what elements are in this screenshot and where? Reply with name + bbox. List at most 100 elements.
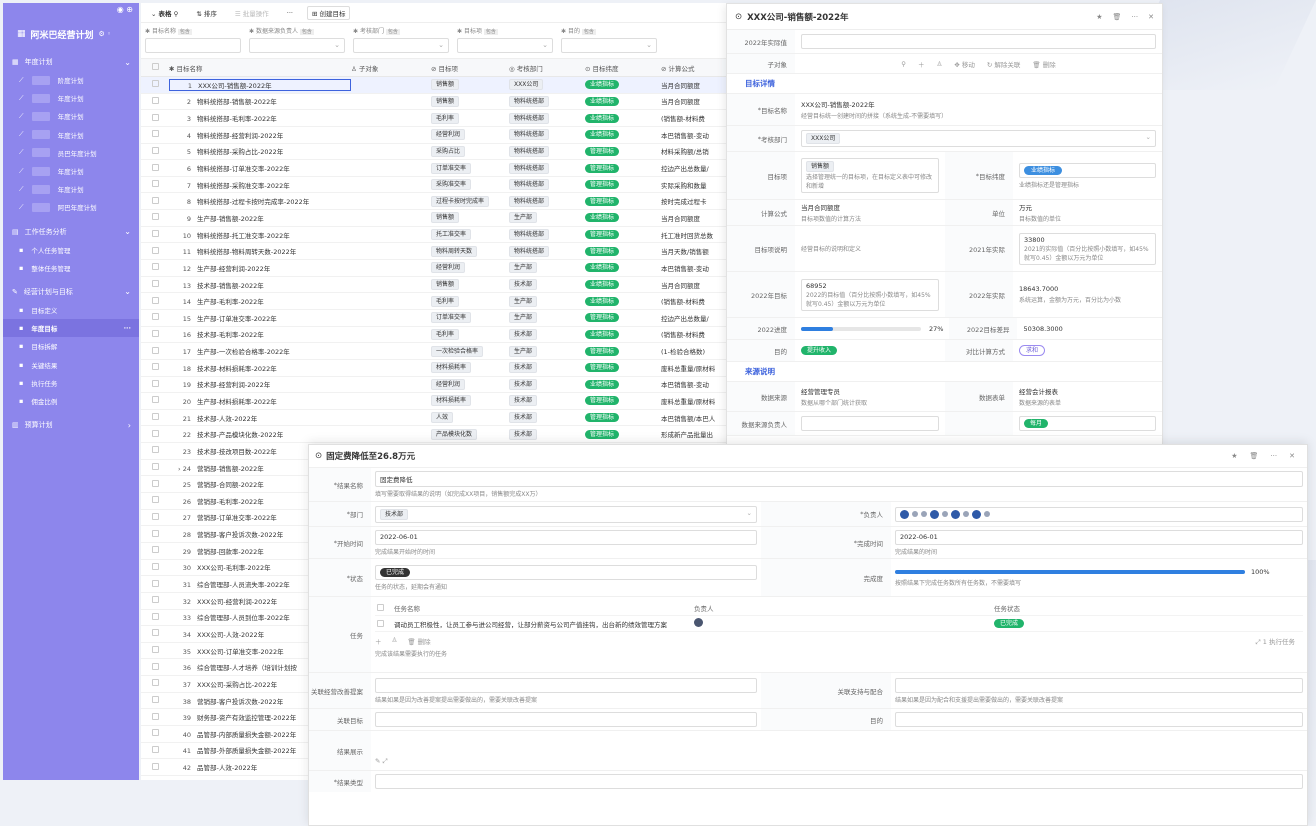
task-checkbox[interactable] — [377, 620, 384, 627]
batch-button[interactable]: ☰ 批量操作 — [231, 7, 273, 19]
row-checkbox[interactable] — [151, 146, 159, 154]
select-all-checkbox[interactable] — [151, 63, 159, 70]
row-checkbox[interactable] — [151, 280, 159, 287]
row-checkbox[interactable] — [151, 363, 159, 371]
table-row[interactable]: 17 生产部-一次检验合格率-2022年 一次检验合格率 生产部 管理指标 (1-… — [141, 343, 726, 360]
row-checkbox[interactable] — [151, 296, 159, 304]
sidebar-group[interactable]: ✎ 经营计划与目标 ⌄ — [3, 283, 139, 301]
row-checkbox[interactable] — [151, 196, 159, 204]
row-checkbox[interactable] — [151, 213, 159, 221]
close-icon[interactable]: ✕ — [1148, 13, 1154, 21]
table-row[interactable]: 6 物料统搭部-订单准交率-2022年 订单准交率 物料统搭部 管理指标 控边产出… — [141, 160, 726, 177]
table-row[interactable]: 2 物料统搭部-销售额-2022年 销售额 物料统搭部 业绩指标 当月合同额度 — [141, 94, 726, 111]
row-checkbox[interactable] — [151, 263, 159, 271]
table-row[interactable]: 15 生产部-订单准交率-2022年 订单准交率 生产部 管理指标 控边产出总数量… — [141, 310, 726, 327]
row-checkbox[interactable] — [151, 679, 159, 687]
col-header-dimension[interactable]: ⊙ 目标纬度 — [585, 63, 661, 73]
sidebar-item[interactable]: ▪ 关键结果 — [3, 355, 139, 373]
col-header-formula[interactable]: ⊘ 计算公式 — [661, 63, 726, 73]
a2021-input[interactable]: 33800 2021的实际值（百分比按照小数填写，如45%就写0.45）金额以万元… — [1019, 232, 1156, 265]
add-icon[interactable]: ⊕ — [126, 5, 133, 14]
table-row[interactable]: 12 生产部-经营利润-2022年 经营利润 生产部 业绩指标 本巴销售额-变动 — [141, 260, 726, 277]
filter-input[interactable]: ⌄ — [457, 38, 553, 53]
owner-select[interactable] — [801, 416, 939, 431]
user-icon[interactable]: ♙ — [937, 60, 943, 68]
actual-input[interactable] — [801, 34, 1156, 49]
filter-input[interactable]: ⌄ — [353, 38, 449, 53]
sidebar-item[interactable]: ⟋ 阿巴年度计划 — [3, 198, 139, 216]
row-checkbox[interactable] — [151, 80, 159, 88]
sidebar-item[interactable]: ⟋ 年度计划 — [3, 126, 139, 144]
sidebar-group[interactable]: ▥ 预算计划 › — [3, 416, 139, 434]
edit-icon[interactable]: ✎ ⤢ — [375, 757, 1303, 766]
row-checkbox[interactable] — [151, 579, 159, 587]
sidebar-item[interactable]: ▪ 执行任务 — [3, 374, 139, 392]
b-purpose-input[interactable] — [895, 712, 1303, 727]
task-select-all[interactable] — [377, 604, 384, 611]
filter-input[interactable]: ⌄ — [561, 38, 657, 53]
row-checkbox[interactable] — [151, 130, 159, 138]
star-icon[interactable]: ★ — [1096, 13, 1102, 21]
sidebar-item[interactable]: ⟋ 年度计划 — [3, 162, 139, 180]
add-icon[interactable]: ＋ — [918, 59, 925, 69]
row-checkbox[interactable] — [151, 496, 159, 504]
row-checkbox[interactable] — [151, 596, 159, 604]
table-row[interactable]: 5 物料统搭部-采购占比-2022年 采购占比 物料统搭部 管理指标 材料采购额/… — [141, 144, 726, 161]
more-icon[interactable]: ··· — [1270, 452, 1277, 460]
sidebar-item[interactable]: ▪ 个人任务管理 — [3, 241, 139, 259]
row-checkbox[interactable] — [151, 546, 159, 554]
row-checkbox[interactable] — [151, 313, 159, 321]
b-owner-select[interactable] — [895, 506, 1303, 522]
filter-input[interactable] — [145, 38, 241, 53]
sidebar-item[interactable]: ⟋ 员巴年度计划 — [3, 144, 139, 162]
table-row[interactable]: 7 物料统搭部-采购准交率-2022年 采购准交率 物料统搭部 管理指标 实际采购… — [141, 177, 726, 194]
sidebar-item[interactable]: ⟋ 年度计划 — [3, 180, 139, 198]
table-row[interactable]: 11 物料统搭部-物料周转天数-2022年 物料周转天数 物料统搭部 管理指标 当… — [141, 243, 726, 261]
row-checkbox[interactable] — [151, 113, 159, 121]
row-checkbox[interactable] — [151, 163, 159, 171]
sidebar-item[interactable]: ⟋ 年度计划 — [3, 89, 139, 107]
row-checkbox[interactable] — [151, 479, 159, 487]
user-icon[interactable]: ◉ — [117, 5, 124, 14]
star-icon[interactable]: ★ — [1231, 452, 1237, 460]
t2022-input[interactable]: 68952 2022的目标值（百分比按照小数填写，如45%就写0.45）金额以万元… — [801, 278, 939, 311]
user-icon[interactable]: ♙ — [392, 636, 398, 647]
table-row[interactable]: 3 物料统搭部-毛利率-2022年 毛利率 物料统搭部 业绩指标 (销售额-材料费 — [141, 110, 726, 127]
table-row[interactable]: 18 技术部-材料损耗率-2022年 材料损耗率 技术部 管理指标 废料总重量/原… — [141, 360, 726, 377]
filter-input[interactable]: ⌄ — [249, 38, 345, 53]
b-type-select[interactable] — [375, 774, 1303, 789]
item-select[interactable]: 销售额 选择管理统一的目标项，在目标定义表中可修改和新增 — [801, 158, 939, 193]
row-checkbox[interactable] — [151, 329, 159, 337]
row-checkbox[interactable] — [151, 413, 159, 421]
table-row[interactable]: 9 生产部-销售额-2022年 销售额 生产部 业绩指标 当月合同额度 — [141, 210, 726, 227]
table-row[interactable]: 8 物料统搭部-过程卡按时完成率-2022年 过程卡按时完成率 物料统搭部 管理指… — [141, 193, 726, 211]
table-row[interactable]: 10 物料统搭部-托工准交率-2022年 托工准交率 物料统搭部 管理指标 托工准… — [141, 227, 726, 244]
sidebar-item[interactable]: ▪ 目标拆解 — [3, 337, 139, 355]
close-icon[interactable]: ✕ — [1289, 452, 1295, 460]
row-checkbox[interactable] — [151, 180, 159, 188]
row-checkbox[interactable] — [151, 429, 159, 437]
b-dept-select[interactable]: 技术部 ⌄ — [375, 505, 757, 523]
sidebar-item[interactable]: ▪ 整体任务管理 — [3, 259, 139, 277]
b-end-input[interactable]: 2022-06-01 — [895, 529, 1303, 545]
row-checkbox[interactable] — [151, 446, 159, 454]
b-support-input[interactable] — [895, 677, 1303, 693]
move-button[interactable]: ✥ 移动 — [954, 59, 975, 69]
more-button[interactable]: ··· — [283, 8, 297, 18]
row-checkbox[interactable] — [151, 230, 159, 238]
col-header-dept[interactable]: ◎ 考核部门 — [509, 63, 585, 73]
row-checkbox[interactable] — [151, 463, 159, 471]
result-name-input[interactable]: 固定费降低 — [375, 471, 1303, 487]
child-delete-button[interactable]: 🗑 删除 — [1032, 59, 1055, 69]
delete-icon[interactable]: 🗑 — [1250, 452, 1259, 460]
settings-icon[interactable]: ⚙ ◦ — [99, 30, 112, 38]
b-status-select[interactable]: 已完成 — [375, 564, 757, 580]
b-start-input[interactable]: 2022-06-01 — [375, 529, 757, 545]
row-checkbox[interactable] — [151, 662, 159, 670]
row-checkbox[interactable] — [151, 762, 159, 770]
col-header-target[interactable]: ⊘ 目标项 — [431, 63, 509, 73]
view-switcher[interactable]: ⌄ 表格 ⚲ — [147, 7, 182, 19]
sidebar-item[interactable]: ⟋ 阶度计划 — [3, 71, 139, 89]
row-checkbox[interactable] — [151, 396, 159, 404]
table-row[interactable]: 21 技术部-人效-2022年 人效 技术部 管理指标 本巴销售额/本巴人 — [141, 410, 726, 427]
